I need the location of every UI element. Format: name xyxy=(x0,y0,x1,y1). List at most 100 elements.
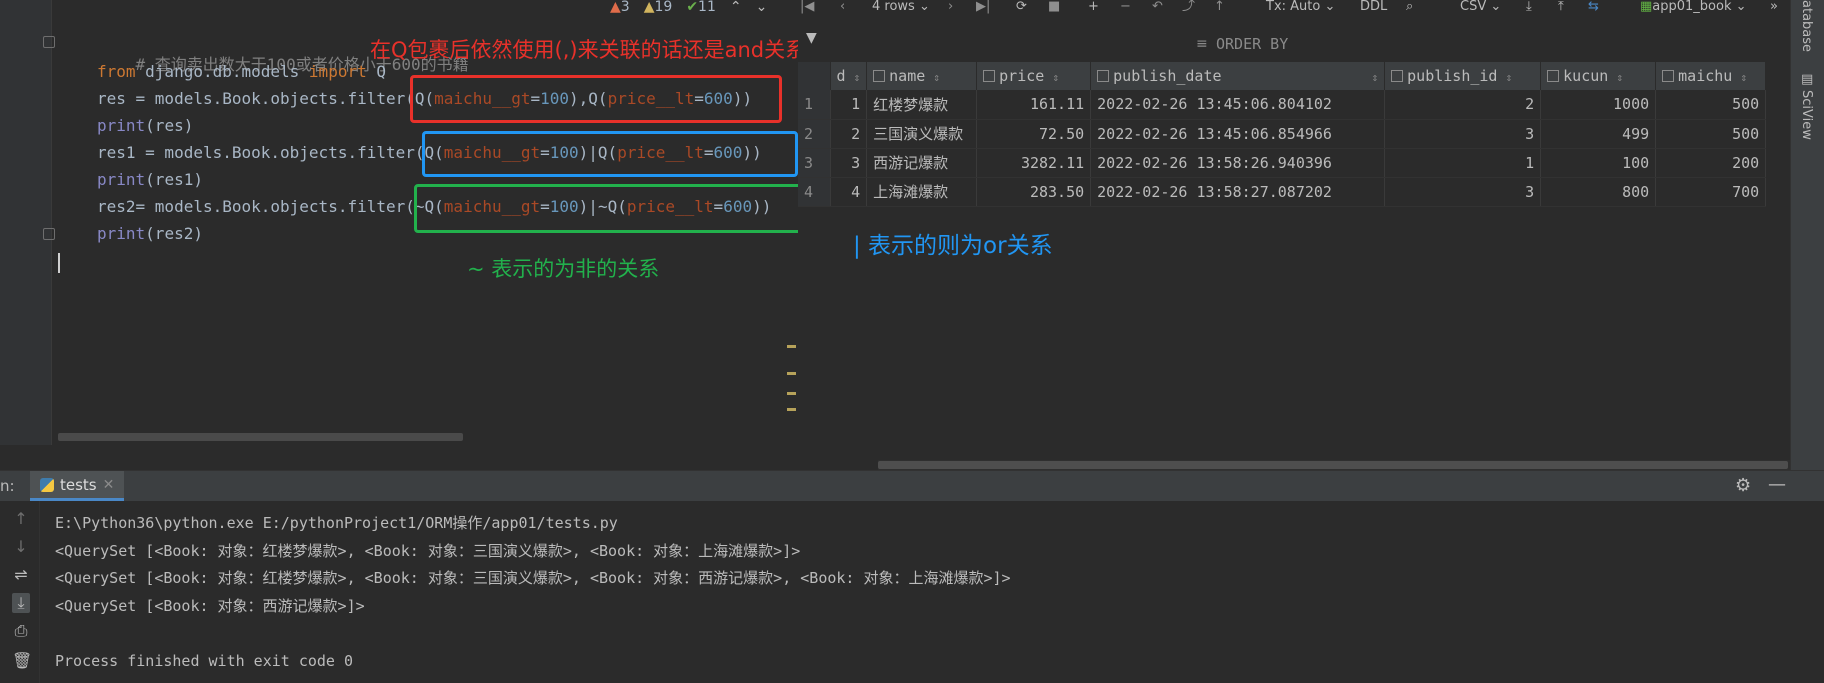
sort-icon[interactable]: ⇕ xyxy=(1372,71,1379,84)
column-header-name[interactable]: name ⇕ xyxy=(866,62,978,90)
print-icon[interactable]: ⎙ xyxy=(12,621,30,641)
chevron-up-icon[interactable]: ⌃ xyxy=(730,0,742,15)
table-row[interactable]: 3 3 西游记爆款 3282.11 2022-02-26 13:58:26.94… xyxy=(798,148,1767,178)
cell-publish-id[interactable]: 3 xyxy=(1384,119,1542,149)
table-row[interactable]: 1 1 红楼梦爆款 161.11 2022-02-26 13:45:06.804… xyxy=(798,90,1767,120)
column-header-publish-date[interactable]: publish_date ⇕ xyxy=(1090,62,1386,90)
cell-name[interactable]: 上海滩爆款 xyxy=(866,177,978,207)
results-table[interactable]: d ⇕ name ⇕ price ⇕ publish_date ⇕ publish_id… xyxy=(798,62,1767,207)
sort-icon[interactable]: ⇕ xyxy=(1052,71,1059,84)
inspection-widget[interactable]: ▲3 ▲19 ✔11 ⌃ ⌄ xyxy=(610,0,768,15)
arrow-down-icon[interactable]: ↓ xyxy=(12,537,30,556)
run-panel: n: tests ✕ ⚙ — ↑ ↓ ⇌ ⤓ ⎙ 🗑 E:\Python36\p… xyxy=(0,470,1824,683)
weak-warning-count[interactable]: ✔11 xyxy=(686,0,716,15)
search-icon[interactable]: ⌕ xyxy=(1406,0,1413,16)
download-icon[interactable]: ⤓ xyxy=(1526,0,1532,16)
chevron-down-icon[interactable]: ⌄ xyxy=(756,0,768,15)
revert-icon[interactable]: ↶ xyxy=(1152,0,1163,16)
cell-maichu[interactable]: 200 xyxy=(1655,148,1767,178)
error-count[interactable]: ▲3 xyxy=(610,0,630,15)
cell-kucun[interactable]: 800 xyxy=(1540,177,1657,207)
column-header-publish-id[interactable]: publish_id ⇕ xyxy=(1384,62,1542,90)
sort-icon[interactable]: ⇕ xyxy=(1740,71,1747,84)
cell-publish-id[interactable]: 3 xyxy=(1384,177,1542,207)
cell-maichu[interactable]: 500 xyxy=(1655,119,1767,149)
refresh-icon[interactable]: ⟳ xyxy=(1016,0,1027,16)
cell-price[interactable]: 72.50 xyxy=(976,119,1092,149)
cell-price[interactable]: 283.50 xyxy=(976,177,1092,207)
cell-maichu[interactable]: 700 xyxy=(1655,177,1767,207)
editor-horizontal-scrollbar[interactable] xyxy=(58,433,463,441)
cell-publish-date[interactable]: 2022-02-26 13:58:26.940396 xyxy=(1090,148,1386,178)
code-editor[interactable]: ▲3 ▲19 ✔11 ⌃ ⌄ # 查询卖出数大于100或者价格小于600的书籍 … xyxy=(0,0,798,445)
upload-icon[interactable]: ⤒ xyxy=(1558,0,1564,16)
db-horizontal-scrollbar[interactable] xyxy=(878,460,1790,470)
tab-tests[interactable]: tests ✕ xyxy=(30,471,125,501)
delete-row-icon[interactable]: − xyxy=(1120,0,1131,16)
cell-kucun[interactable]: 1000 xyxy=(1540,90,1657,120)
scroll-to-end-icon[interactable]: ⤓ xyxy=(12,593,30,613)
cell-name[interactable]: 三国演义爆款 xyxy=(866,119,978,149)
ddl-button[interactable]: DDL xyxy=(1360,0,1387,16)
cell-id[interactable]: 4 xyxy=(830,177,868,207)
cell-kucun[interactable]: 100 xyxy=(1540,148,1657,178)
last-page-icon[interactable]: ▶| xyxy=(976,0,990,16)
column-header-maichu[interactable]: maichu ⇕ xyxy=(1655,62,1767,90)
more-icon[interactable]: » xyxy=(1770,0,1778,16)
cell-publish-date[interactable]: 2022-02-26 13:58:27.087202 xyxy=(1090,177,1386,207)
cell-publish-date[interactable]: 2022-02-26 13:45:06.854966 xyxy=(1090,119,1386,149)
push-icon[interactable]: ↑ xyxy=(1214,0,1225,16)
submit-icon[interactable]: ⤴ xyxy=(1182,0,1195,16)
warning-count[interactable]: ▲19 xyxy=(644,0,673,15)
cell-id[interactable]: 1 xyxy=(830,90,868,120)
cell-price[interactable]: 3282.11 xyxy=(976,148,1092,178)
sort-icon[interactable]: ⇕ xyxy=(1505,71,1512,84)
first-page-icon[interactable]: |◀ xyxy=(800,0,814,16)
sciview-icon[interactable]: ▤ xyxy=(1801,72,1813,87)
column-header-kucun[interactable]: kucun ⇕ xyxy=(1540,62,1657,90)
column-header-price[interactable]: price ⇕ xyxy=(976,62,1092,90)
table-selector[interactable]: ▦app01_book ⌄ xyxy=(1640,0,1747,16)
trash-icon[interactable]: 🗑 xyxy=(12,651,32,670)
table-row[interactable]: 2 2 三国演义爆款 72.50 2022-02-26 13:45:06.854… xyxy=(798,119,1767,149)
sort-icon[interactable]: ⇕ xyxy=(933,71,940,84)
order-by-input[interactable]: ORDER BY xyxy=(1216,35,1288,53)
table-row[interactable]: 4 4 上海滩爆款 283.50 2022-02-26 13:58:27.087… xyxy=(798,177,1767,207)
stop-icon[interactable]: ■ xyxy=(1048,0,1060,16)
sort-icon[interactable]: ⇕ xyxy=(854,71,861,84)
database-results-pane[interactable]: |◀ ‹ 4 rows ⌄ › ▶| ⟳ ■ + − ↶ ⤴ ↑ Tx: Aut… xyxy=(798,0,1790,470)
minimize-icon[interactable]: — xyxy=(1768,474,1786,495)
cell-id[interactable]: 3 xyxy=(830,148,868,178)
error-icon: ▲ xyxy=(610,0,621,15)
database-tool-tab[interactable]: atabase xyxy=(1799,0,1814,52)
cell-name[interactable]: 红楼梦爆款 xyxy=(866,90,978,120)
arrow-up-icon[interactable]: ↑ xyxy=(12,509,30,528)
column-header-id[interactable]: d ⇕ xyxy=(830,62,868,90)
compare-icon[interactable]: ⇆ xyxy=(1588,0,1599,16)
row-count-dropdown[interactable]: 4 rows ⌄ xyxy=(872,0,930,16)
cell-publish-date[interactable]: 2022-02-26 13:45:06.804102 xyxy=(1090,90,1386,120)
export-format-dropdown[interactable]: CSV ⌄ xyxy=(1460,0,1501,16)
cell-kucun[interactable]: 499 xyxy=(1540,119,1657,149)
cell-id[interactable]: 2 xyxy=(830,119,868,149)
fold-marker-icon[interactable] xyxy=(43,228,55,240)
cell-price[interactable]: 161.11 xyxy=(976,90,1092,120)
next-page-icon[interactable]: › xyxy=(948,0,953,16)
cell-publish-id[interactable]: 1 xyxy=(1384,148,1542,178)
add-row-icon[interactable]: + xyxy=(1088,0,1099,16)
keyword: from xyxy=(97,62,136,81)
gear-icon[interactable]: ⚙ xyxy=(1735,475,1751,496)
cell-maichu[interactable]: 500 xyxy=(1655,90,1767,120)
tx-mode-dropdown[interactable]: Tx: Auto ⌄ xyxy=(1266,0,1335,16)
close-icon[interactable]: ✕ xyxy=(103,477,115,493)
previous-page-icon[interactable]: ‹ xyxy=(840,0,845,16)
cell-name[interactable]: 西游记爆款 xyxy=(866,148,978,178)
filter-icon[interactable]: ▼ xyxy=(806,30,817,46)
fold-marker-icon[interactable] xyxy=(43,36,55,48)
cell-publish-id[interactable]: 2 xyxy=(1384,90,1542,120)
sciview-tool-tab[interactable]: SciView xyxy=(1799,90,1814,140)
sort-icon[interactable]: ⇕ xyxy=(1616,71,1623,84)
scrollbar-thumb[interactable] xyxy=(878,461,1788,469)
column-icon xyxy=(1547,70,1560,82)
soft-wrap-icon[interactable]: ⇌ xyxy=(12,565,30,584)
